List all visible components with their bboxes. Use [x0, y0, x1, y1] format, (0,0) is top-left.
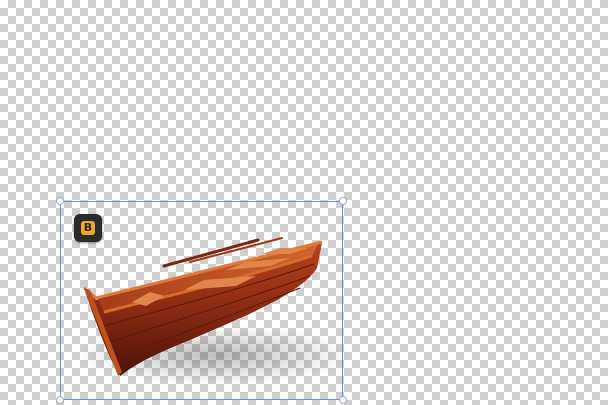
resize-handle-bottom-left[interactable]	[56, 396, 64, 404]
app-logo-glyph: B	[81, 221, 95, 235]
resize-handle-top-left[interactable]	[56, 197, 64, 205]
boat-image[interactable]	[0, 0, 608, 405]
app-logo-icon[interactable]: B	[74, 214, 102, 242]
resize-handle-bottom-right[interactable]	[339, 396, 347, 404]
editor-canvas[interactable]: B	[0, 0, 608, 405]
resize-handle-top-right[interactable]	[339, 197, 347, 205]
